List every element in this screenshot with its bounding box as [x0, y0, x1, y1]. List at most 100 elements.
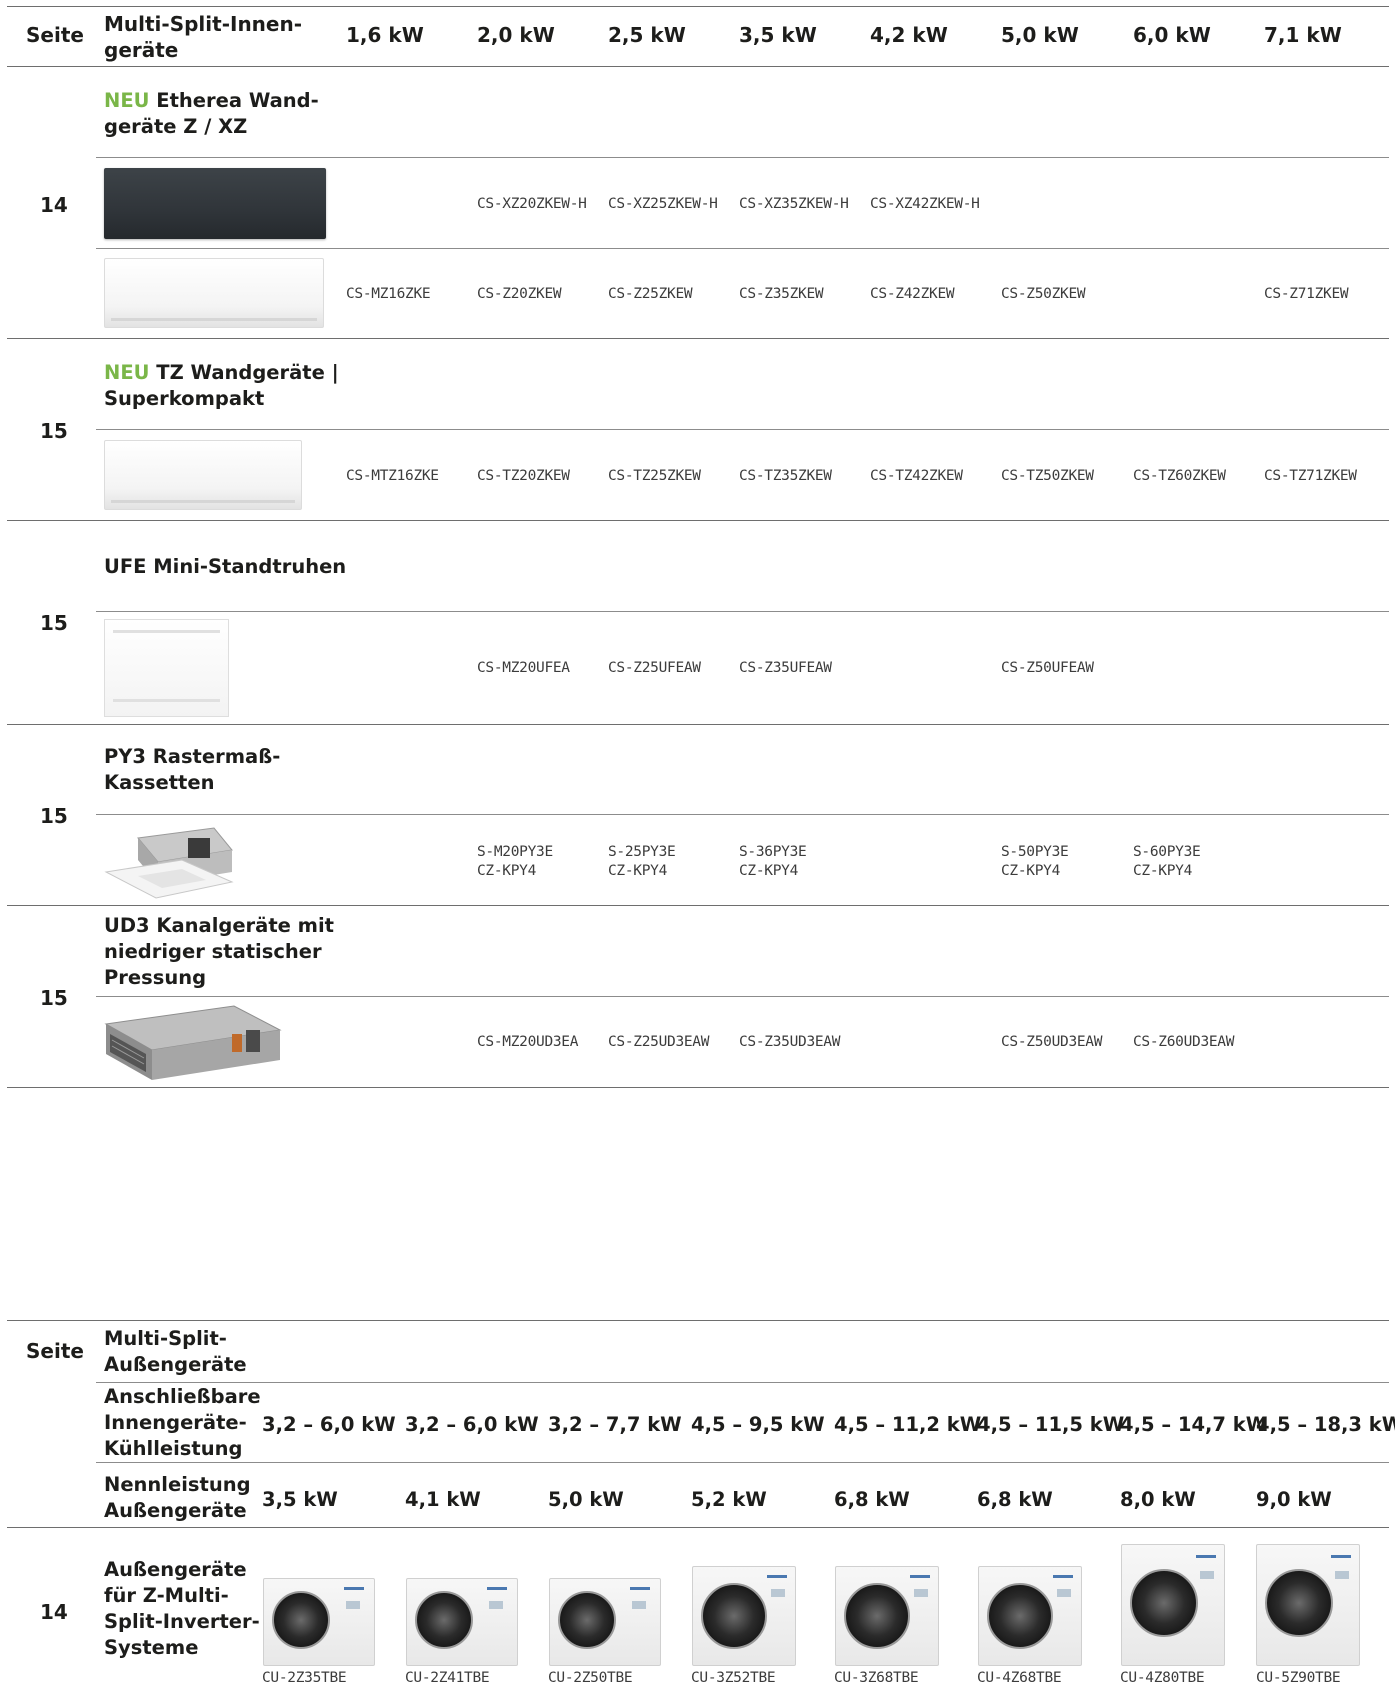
nominal-capacity: 9,0 kW [1256, 1488, 1332, 1511]
model-code: CS-XZ35ZKEW-H [739, 196, 849, 212]
model-code: CS-MZ20UD3EA [477, 1034, 579, 1050]
header-capacity: 5,0 kW [1001, 23, 1079, 47]
model-code: CS-Z42ZKEW [870, 286, 955, 302]
model-code: CS-Z60UD3EAW [1133, 1034, 1235, 1050]
model-code: CS-Z25UFEAW [608, 660, 701, 676]
section-page-number: 14 [40, 1600, 68, 1624]
header-page-label: Seite [26, 23, 84, 47]
model-code: S-60PY3E CZ-KPY4 [1133, 844, 1201, 879]
new-badge: NEU [104, 89, 150, 112]
section-page-number: 15 [40, 611, 68, 635]
section-page-number: 15 [40, 419, 68, 443]
row-rule [96, 814, 1389, 815]
cassette-unit-image [104, 827, 234, 899]
model-code: CS-TZ42ZKEW [870, 468, 963, 484]
model-code: CS-TZ71ZKEW [1264, 468, 1357, 484]
section-page-number: 14 [40, 193, 68, 217]
model-code: S-M20PY3E CZ-KPY4 [477, 844, 553, 879]
model-code: CU-3Z52TBE [691, 1670, 776, 1686]
model-code: CS-Z35UD3EAW [739, 1034, 841, 1050]
model-code: S-36PY3E CZ-KPY4 [739, 844, 807, 879]
row-rule [96, 611, 1389, 612]
model-code: S-25PY3E CZ-KPY4 [608, 844, 676, 879]
model-code: CS-TZ20ZKEW [477, 468, 570, 484]
duct-unit-image [104, 1005, 282, 1080]
model-code: CU-3Z68TBE [834, 1670, 919, 1686]
nominal-capacity: 8,0 kW [1120, 1488, 1196, 1511]
outdoor-title: Multi-Split- Außengeräte [104, 1327, 247, 1376]
model-code: CS-TZ35ZKEW [739, 468, 832, 484]
model-code: CS-MZ20UFEA [477, 660, 570, 676]
section-title: UFE Mini-Standtruhen [104, 555, 347, 578]
section-rule [7, 1527, 1389, 1528]
outdoor-section-title: Außengeräte für Z-Multi- Split-Inverter-… [104, 1558, 260, 1659]
model-code: CU-4Z68TBE [977, 1670, 1062, 1686]
section-rule [7, 338, 1389, 339]
row-rule [96, 996, 1389, 997]
outdoor-unit-image [549, 1578, 661, 1666]
wall-unit-white-image [104, 440, 302, 510]
model-code: CS-Z50ZKEW [1001, 286, 1086, 302]
header-capacity: 2,0 kW [477, 23, 555, 47]
model-code: CS-XZ25ZKEW-H [608, 196, 718, 212]
header-capacity: 2,5 kW [608, 23, 686, 47]
header-capacity: 3,5 kW [739, 23, 817, 47]
nominal-capacity: 6,8 kW [977, 1488, 1053, 1511]
connectable-capacity: 3,2 – 6,0 kW [405, 1413, 539, 1436]
table-top-rule [7, 6, 1389, 7]
section-title-line: niedriger statischer [104, 940, 322, 963]
row-rule [96, 157, 1389, 158]
connectable-capacity: 4,5 – 18,3 kW [1256, 1413, 1395, 1436]
section-rule [7, 520, 1389, 521]
model-code: CS-MZ16ZKE [346, 286, 431, 302]
connectable-capacity-label: Anschließbare Innengeräte- Kühlleistung [104, 1385, 261, 1460]
model-code: CS-XZ20ZKEW-H [477, 196, 587, 212]
nominal-capacity-label: Nennleistung Außengeräte [104, 1473, 251, 1522]
model-code: CS-Z25UD3EAW [608, 1034, 710, 1050]
new-badge: NEU [104, 361, 150, 384]
row-rule [96, 1382, 1389, 1383]
model-code: CS-TZ50ZKEW [1001, 468, 1094, 484]
model-code: CS-XZ42ZKEW-H [870, 196, 980, 212]
section-rule [7, 724, 1389, 725]
outdoor-unit-image [263, 1578, 375, 1666]
outdoor-unit-image [692, 1566, 796, 1666]
wall-unit-white-image [104, 258, 324, 328]
header-capacity: 1,6 kW [346, 23, 424, 47]
row-rule [96, 429, 1389, 430]
connectable-capacity: 4,5 – 14,7 kW [1120, 1413, 1268, 1436]
table-top-rule [7, 1320, 1389, 1321]
model-code: S-50PY3E CZ-KPY4 [1001, 844, 1069, 879]
header-capacity: 6,0 kW [1133, 23, 1211, 47]
table-bottom-rule [7, 1087, 1389, 1088]
section-title: PY3 Rastermaß- [104, 745, 281, 768]
floor-console-unit-image [104, 619, 229, 717]
model-code: CU-2Z35TBE [262, 1670, 347, 1686]
nominal-capacity: 4,1 kW [405, 1488, 481, 1511]
connectable-capacity: 4,5 – 9,5 kW [691, 1413, 825, 1436]
model-code: CU-5Z90TBE [1256, 1670, 1341, 1686]
outdoor-unit-image [406, 1578, 518, 1666]
nominal-capacity: 5,2 kW [691, 1488, 767, 1511]
outdoor-unit-image [1256, 1544, 1360, 1666]
model-code: CS-Z25ZKEW [608, 286, 693, 302]
section-title-line: Pressung [104, 966, 207, 989]
header-category-label: Multi-Split-Innen- geräte [104, 12, 303, 62]
connectable-capacity: 4,5 – 11,5 kW [977, 1413, 1125, 1436]
model-code: CS-Z35UFEAW [739, 660, 832, 676]
model-code: CS-Z50UD3EAW [1001, 1034, 1103, 1050]
connectable-capacity: 3,2 – 6,0 kW [262, 1413, 396, 1436]
section-rule [7, 905, 1389, 906]
nominal-capacity: 6,8 kW [834, 1488, 910, 1511]
connectable-capacity: 4,5 – 11,2 kW [834, 1413, 982, 1436]
model-code: CS-TZ60ZKEW [1133, 468, 1226, 484]
connectable-capacity: 3,2 – 7,7 kW [548, 1413, 682, 1436]
header-capacity: 4,2 kW [870, 23, 948, 47]
nominal-capacity: 3,5 kW [262, 1488, 338, 1511]
row-rule [96, 1462, 1389, 1463]
model-code: CS-Z71ZKEW [1264, 286, 1349, 302]
model-code: CS-Z20ZKEW [477, 286, 562, 302]
header-page-label: Seite [26, 1339, 84, 1363]
outdoor-unit-image [835, 1566, 939, 1666]
outdoor-unit-image [978, 1566, 1082, 1666]
